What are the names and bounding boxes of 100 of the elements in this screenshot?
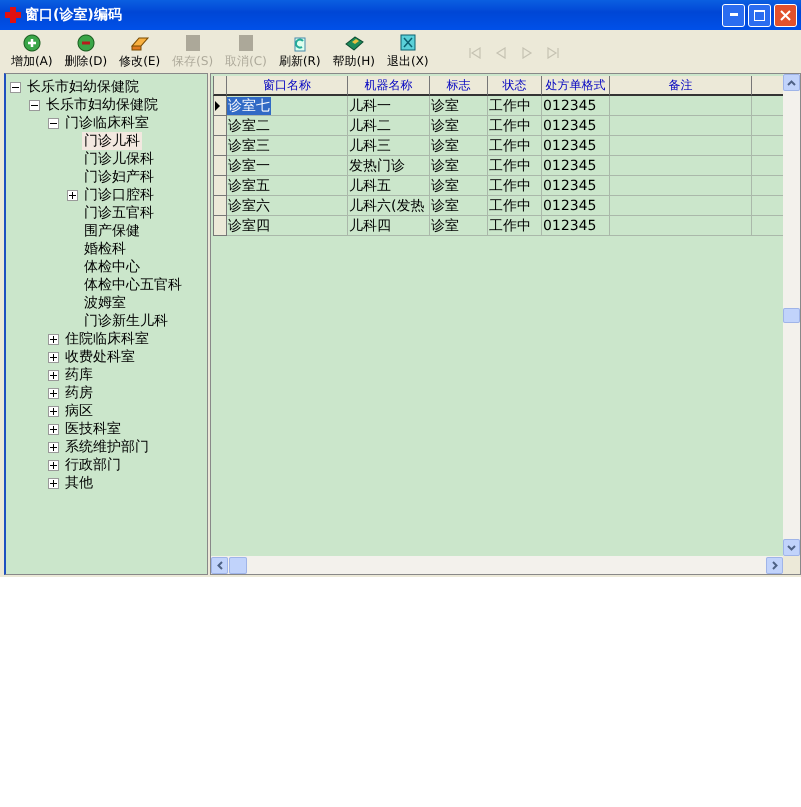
tree-item[interactable]: 门诊儿保科 [82,150,156,168]
vertical-scrollbar[interactable] [783,74,800,556]
maximize-button[interactable] [748,4,771,26]
table-cell: 工作中 [488,136,542,156]
column-header[interactable]: 标志 [430,76,488,96]
cross-icon [4,6,22,24]
size-grip[interactable] [783,556,800,574]
table-cell: 儿科六(发热 [348,196,430,216]
column-header[interactable]: 处方单格式 [542,76,610,96]
close-icon [780,10,791,20]
table-cell: 儿科三 [348,136,430,156]
tree-item[interactable]: 体检中心五官科 [82,276,184,294]
table-cell: 诊室 [430,116,488,136]
table-cell: 工作中 [488,216,542,236]
table-cell: 诊室 [430,156,488,176]
table-cell: 儿科二 [348,116,430,136]
expand-icon[interactable] [48,334,59,344]
expand-icon[interactable] [48,370,59,380]
scroll-up-button[interactable] [783,74,800,91]
collapse-icon[interactable] [48,118,59,128]
next-icon [520,46,534,60]
table-cell: 诊室四 [227,216,348,236]
scroll-left-button[interactable] [211,556,228,574]
maximize-icon [754,10,765,20]
collapse-icon[interactable] [29,100,40,110]
table-cell: 工作中 [488,96,542,116]
tree-item[interactable]: 长乐市妇幼保健院 [44,96,160,114]
table-cell: 工作中 [488,116,542,136]
table-cell: 012345 [542,156,610,176]
toolbar-button[interactable]: 退出(X) [382,34,434,70]
table-cell: 发热门诊 [348,156,430,176]
horizontal-scrollbar[interactable] [211,556,783,574]
plus-icon [22,34,41,52]
tree-item[interactable]: 医技科室 [63,420,123,438]
toolbar-button[interactable]: 修改(E) [114,34,166,70]
row-indicator[interactable] [213,96,227,116]
expand-icon[interactable] [67,190,78,200]
table-cell: 012345 [542,196,610,216]
table-cell: 工作中 [488,196,542,216]
table-cell: 诊室 [430,136,488,156]
tree-item[interactable]: 门诊口腔科 [82,186,156,204]
tree-item[interactable]: 病区 [63,402,95,420]
tree-item[interactable]: 药房 [63,384,95,402]
column-header[interactable]: 机器名称 [348,76,430,96]
toolbar-button[interactable]: 刷新(R) [274,34,326,70]
expand-icon[interactable] [48,478,59,488]
minimize-button[interactable] [722,4,745,26]
tree-item[interactable]: 体检中心 [82,258,142,276]
square-icon [184,34,202,52]
toolbar-button[interactable]: 帮助(H) [328,34,380,70]
collapse-icon[interactable] [10,82,21,92]
table-cell: 儿科四 [348,216,430,236]
tree-item[interactable]: 行政部门 [63,456,123,474]
toolbar-button[interactable]: 增加(A) [6,34,58,70]
table-cell: 诊室二 [227,116,348,136]
tree-item[interactable]: 长乐市妇幼保健院 [25,78,141,96]
window-title: 窗口(诊室)编码 [25,6,123,24]
table-cell: 诊室六 [227,196,348,216]
tree-item[interactable]: 系统维护部门 [63,438,151,456]
table-cell: 诊室 [430,176,488,196]
scroll-down-button[interactable] [783,539,800,556]
table-cell: 儿科五 [348,176,430,196]
scroll-thumb[interactable] [783,308,800,322]
table-cell: 诊室三 [227,136,348,156]
scroll-thumb[interactable] [229,556,247,574]
expand-icon[interactable] [48,460,59,470]
tree-item[interactable]: 波姆室 [82,294,128,312]
column-header[interactable]: 窗口名称 [227,76,348,96]
toolbar-button[interactable]: 删除(D) [60,34,112,70]
table-cell: 工作中 [488,156,542,176]
column-header[interactable]: 备注 [610,76,752,96]
tree-item[interactable]: 收费处科室 [63,348,137,366]
table-cell: 012345 [542,216,610,236]
table-cell: 诊室七 [227,96,348,116]
table-cell: 诊室一 [227,156,348,176]
column-header[interactable]: 状态 [488,76,542,96]
tree-item[interactable]: 门诊妇产科 [82,168,156,186]
scroll-right-button[interactable] [766,556,783,574]
tree-item[interactable]: 住院临床科室 [63,330,151,348]
table-cell: 诊室 [430,196,488,216]
tree-item[interactable]: 药库 [63,366,95,384]
last-record-icon [546,46,560,60]
table-cell: 012345 [542,136,610,156]
expand-icon[interactable] [48,388,59,398]
expand-icon[interactable] [48,352,59,362]
tree-item[interactable]: 其他 [63,474,95,492]
tree-item[interactable]: 婚检科 [82,240,128,258]
expand-icon[interactable] [48,424,59,434]
square-icon [237,34,255,52]
tree-item[interactable]: 门诊五官科 [82,204,156,222]
expand-icon[interactable] [48,406,59,416]
tree-item[interactable]: 门诊新生儿科 [82,312,170,330]
first-record-icon [468,46,482,60]
tree-item[interactable]: 门诊儿科 [82,132,142,150]
close-button[interactable] [774,4,797,26]
expand-icon[interactable] [48,442,59,452]
table-cell: 012345 [542,116,610,136]
header-corner [213,76,227,96]
tree-item[interactable]: 门诊临床科室 [63,114,151,132]
tree-item[interactable]: 围产保健 [82,222,142,240]
